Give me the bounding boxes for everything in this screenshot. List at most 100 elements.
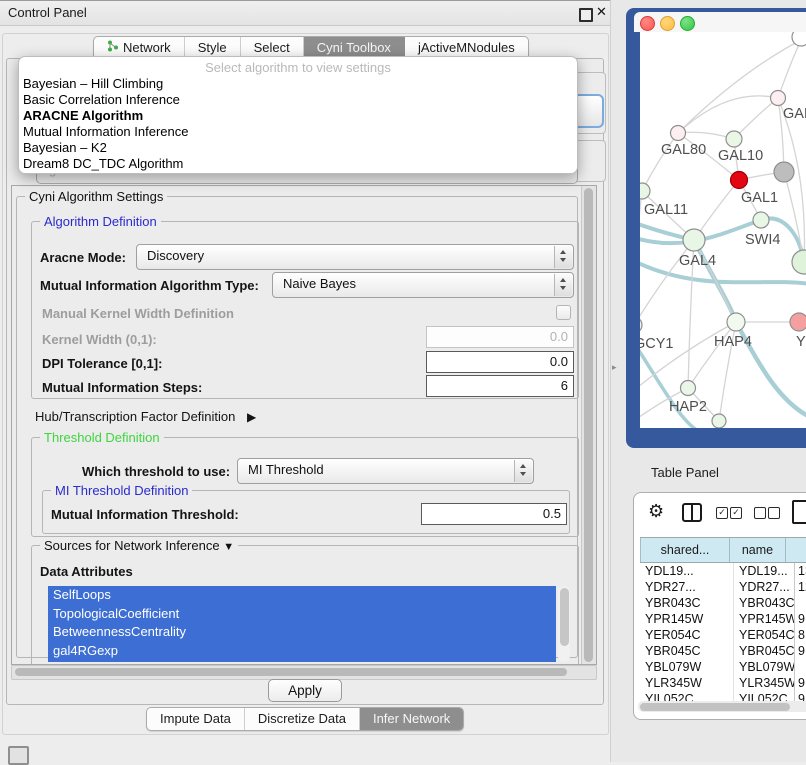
deselect-all-icon[interactable]	[754, 507, 766, 519]
manual-kernel-checkbox[interactable]	[556, 305, 571, 320]
scrollbar-thumb[interactable]	[560, 588, 569, 646]
down-arrow-icon	[560, 258, 566, 262]
mi-threshold-label: Mutual Information Threshold:	[51, 507, 239, 522]
close-icon[interactable]: ✕	[596, 4, 607, 20]
tab-cyni-toolbox-label: Cyni Toolbox	[317, 40, 391, 55]
column-header-clipped[interactable]	[786, 538, 806, 562]
mi-algorithm-type-label: Mutual Information Algorithm Type:	[40, 278, 259, 293]
aracne-mode-combo[interactable]: Discovery	[136, 244, 574, 270]
column-header-shared-name[interactable]: shared...	[640, 538, 730, 562]
table-row[interactable]: YBL079WYBL079W	[640, 659, 806, 675]
table-header: shared... name	[640, 537, 806, 563]
table-row[interactable]: YBR043CYBR043C	[640, 595, 806, 611]
settings-vertical-scrollbar[interactable]	[581, 186, 596, 664]
table-row[interactable]: YDR27...YDR27...12	[640, 579, 806, 595]
table-row[interactable]: YPR145WYPR145W9.	[640, 611, 806, 627]
tab-impute-data[interactable]: Impute Data	[147, 708, 245, 730]
scrollbar-thumb[interactable]	[640, 703, 790, 711]
restore-panel-icon[interactable]	[8, 746, 29, 765]
close-traffic-light[interactable]	[640, 16, 655, 31]
network-node-selected[interactable]	[731, 172, 748, 189]
select-all-icon[interactable]: ✓	[716, 507, 728, 519]
cell: YER054C	[734, 627, 795, 643]
dpi-tolerance-field[interactable]: 0.0	[426, 351, 574, 373]
attribute-item[interactable]: BetweennessCentrality	[48, 623, 556, 642]
table-row[interactable]: YLR345WYLR345W9.	[640, 675, 806, 691]
which-threshold-label: Which threshold to use:	[82, 464, 230, 479]
popup-item[interactable]: Bayesian – K2	[23, 140, 107, 156]
network-node[interactable]	[671, 126, 686, 141]
threshold-definition-title: Threshold Definition	[40, 430, 164, 445]
popup-item-selected[interactable]: ARACNE Algorithm	[23, 108, 143, 124]
network-node[interactable]	[640, 183, 650, 199]
network-node[interactable]	[792, 250, 806, 274]
mi-algorithm-type-value: Naive Bayes	[283, 273, 356, 295]
attribute-item[interactable]: gal4RGexp	[48, 642, 556, 661]
popup-item[interactable]: Mutual Information Inference	[23, 124, 188, 140]
mi-threshold-field[interactable]: 0.5	[421, 503, 567, 525]
popup-item[interactable]: Bayesian – Hill Climbing	[23, 76, 163, 92]
data-attributes-list: SelfLoops TopologicalCoefficient Between…	[48, 586, 556, 662]
network-node[interactable]	[726, 131, 742, 147]
network-node-label: HAP2	[669, 399, 707, 415]
cell: YDR27...	[640, 579, 734, 595]
table-body: YDL19...YDL19...13 YDR27...YDR27...12 YB…	[640, 563, 806, 707]
network-node[interactable]	[771, 91, 786, 106]
table-row[interactable]: YER054CYER054C8.	[640, 627, 806, 643]
network-node[interactable]	[712, 414, 726, 428]
column-header-name[interactable]: name	[730, 538, 786, 562]
tab-infer-network[interactable]: Infer Network	[360, 708, 463, 730]
mi-algorithm-type-combo[interactable]: Naive Bayes	[272, 272, 574, 298]
sources-group: Sources for Network Inference ▼ Data Att…	[31, 545, 579, 665]
select-all-icon-2[interactable]: ✓	[730, 507, 742, 519]
network-node[interactable]	[774, 162, 794, 182]
tab-discretize-data[interactable]: Discretize Data	[245, 708, 360, 730]
tab-infer-network-label: Infer Network	[373, 711, 450, 726]
network-canvas[interactable]: GAL GAL80 GAL10 GAL1 GAL11 SWI4 GAL4 GCY…	[640, 32, 806, 428]
scrollbar-thumb[interactable]	[584, 188, 593, 662]
node-labels: GAL GAL80 GAL10 GAL1 GAL11 SWI4 GAL4 GCY…	[640, 106, 806, 415]
which-threshold-combo[interactable]: MI Threshold	[237, 458, 534, 484]
file-icon[interactable]	[792, 500, 806, 524]
network-node[interactable]	[683, 229, 705, 251]
attribute-item[interactable]: TopologicalCoefficient	[48, 605, 556, 624]
scrollbar-thumb[interactable]	[15, 668, 567, 676]
cell: 12	[795, 579, 806, 595]
deselect-all-icon-2[interactable]	[768, 507, 780, 519]
network-node[interactable]	[727, 313, 745, 331]
spinner-buttons	[554, 274, 572, 296]
attribute-item[interactable]: SelfLoops	[48, 586, 556, 605]
up-arrow-icon	[560, 250, 566, 254]
mi-steps-field[interactable]: 6	[426, 375, 574, 397]
settings-horizontal-scrollbar[interactable]	[11, 665, 597, 680]
up-arrow-icon	[560, 278, 566, 282]
hub-definition-toggle[interactable]: Hub/Transcription Factor Definition ▶	[35, 409, 256, 424]
sources-title: Sources for Network Inference	[44, 538, 220, 553]
tab-select-label: Select	[254, 40, 290, 55]
cell: YDL19...	[640, 563, 734, 579]
gear-icon[interactable]: ⚙	[648, 502, 664, 520]
sources-toggle[interactable]: Sources for Network Inference ▼	[40, 538, 238, 555]
kernel-width-field[interactable]: 0.0	[426, 326, 574, 348]
table-horizontal-scrollbar[interactable]	[638, 701, 806, 712]
column-divider	[691, 505, 693, 520]
float-window-icon[interactable]	[579, 8, 593, 22]
popup-item[interactable]: Basic Correlation Inference	[23, 92, 180, 108]
cell: 9.	[795, 643, 806, 659]
table-row[interactable]: YBR045CYBR045C9.	[640, 643, 806, 659]
network-node[interactable]	[640, 317, 642, 333]
network-node[interactable]	[790, 313, 806, 331]
apply-button[interactable]: Apply	[268, 679, 342, 702]
splitter-handle[interactable]: ▸	[612, 362, 617, 373]
down-arrow-icon	[520, 472, 526, 476]
network-node[interactable]	[753, 212, 769, 228]
split-columns-icon[interactable]	[682, 503, 702, 522]
minimize-traffic-light[interactable]	[660, 16, 675, 31]
expander-right-icon: ▶	[247, 410, 256, 424]
table-row[interactable]: YDL19...YDL19...13	[640, 563, 806, 579]
network-node[interactable]	[681, 381, 696, 396]
attributes-scrollbar[interactable]	[558, 586, 570, 662]
zoom-traffic-light[interactable]	[680, 16, 695, 31]
dpi-tolerance-label: DPI Tolerance [0,1]:	[42, 356, 162, 371]
popup-item[interactable]: Dream8 DC_TDC Algorithm	[23, 156, 183, 172]
